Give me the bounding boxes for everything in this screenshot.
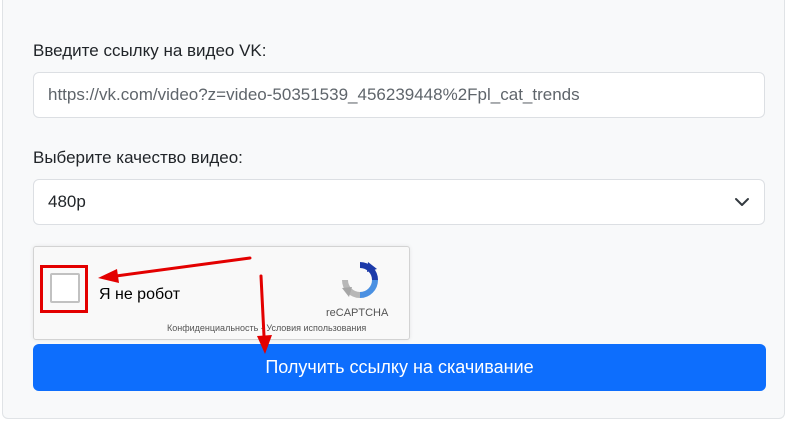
links-separator: - (260, 323, 264, 333)
terms-link[interactable]: Условия использования (266, 323, 366, 333)
privacy-link[interactable]: Конфиденциальность (167, 323, 258, 333)
video-url-input[interactable]: https://vk.com/video?z=video-50351539_45… (33, 72, 765, 118)
recaptcha-widget: Я не робот reCAPTCHA Конфиденциальность … (33, 246, 410, 340)
checkbox-highlight-box (40, 265, 88, 313)
recaptcha-checkbox-label: Я не робот (99, 286, 181, 303)
recaptcha-logo-icon (342, 262, 378, 298)
quality-select[interactable]: 480p (33, 179, 765, 225)
chevron-down-icon (735, 198, 749, 206)
quality-label: Выберите качество видео: (33, 148, 243, 167)
get-download-link-button[interactable]: Получить ссылку на скачивание (33, 344, 766, 391)
recaptcha-brand: reCAPTCHA (326, 307, 389, 319)
url-label: Введите ссылку на видео VK: (33, 41, 267, 60)
video-url-value: https://vk.com/video?z=video-50351539_45… (48, 85, 580, 104)
recaptcha-links: Конфиденциальность - Условия использован… (167, 323, 366, 333)
quality-selected-value: 480p (48, 192, 86, 211)
